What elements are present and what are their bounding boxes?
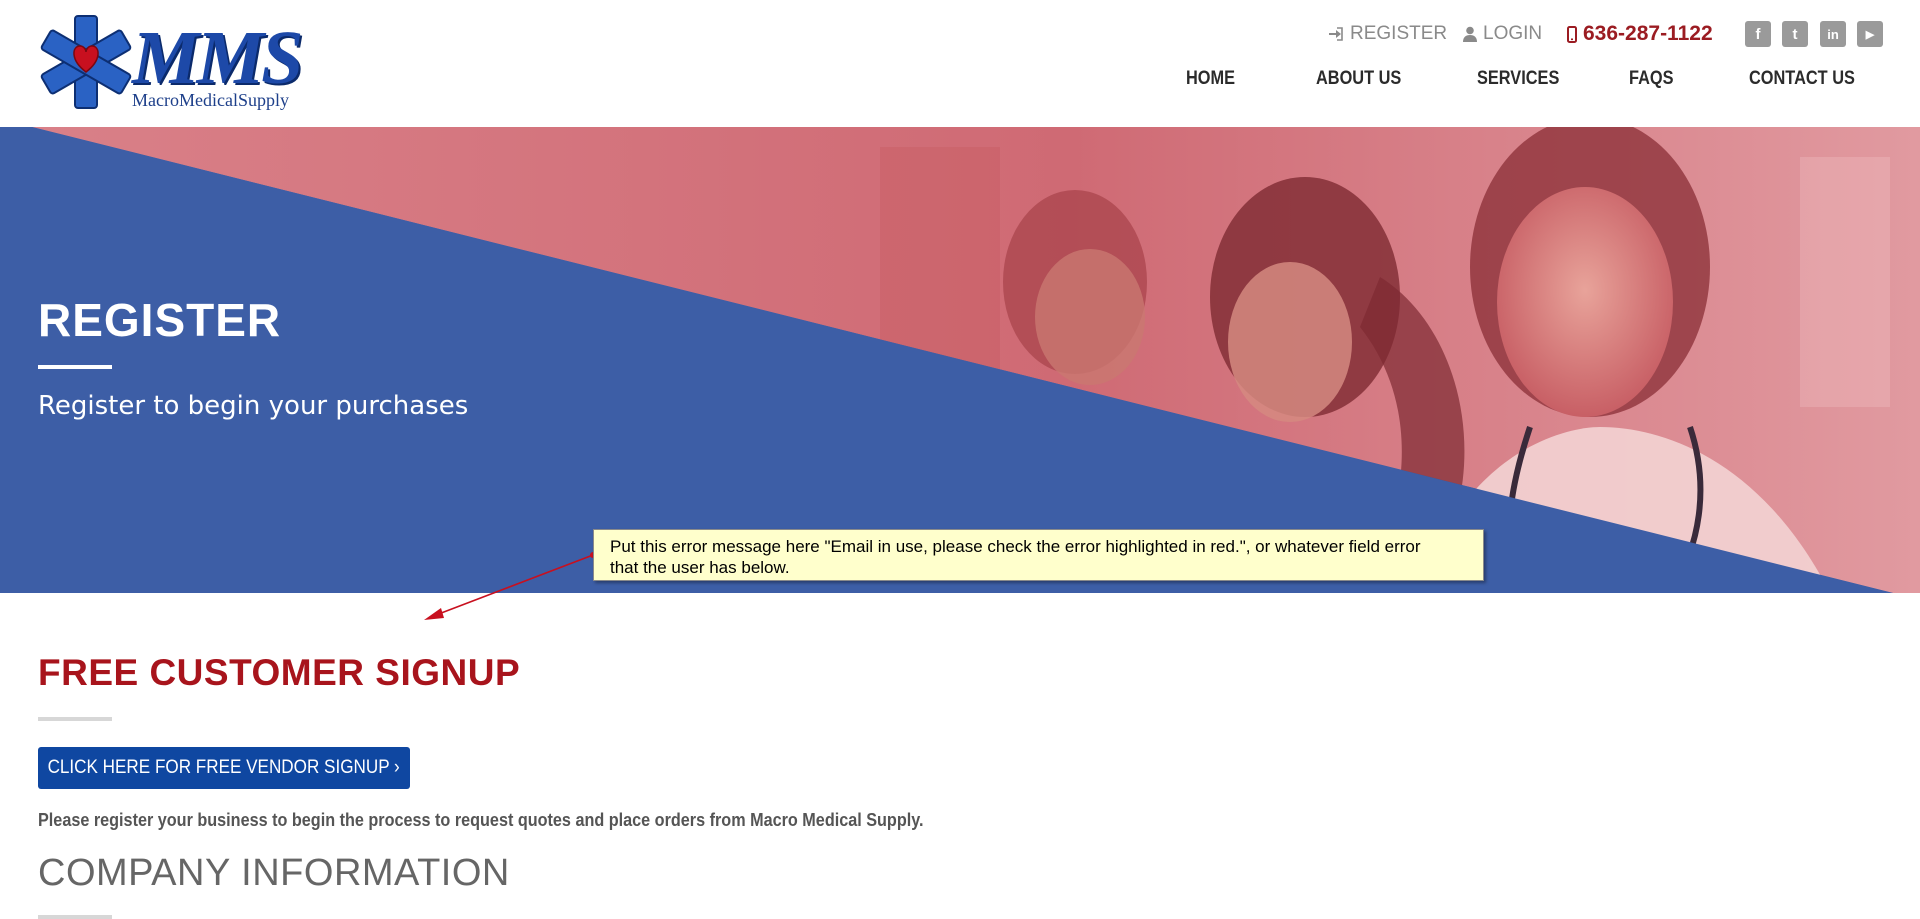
title-underline bbox=[38, 365, 112, 369]
phone-link[interactable]: 636-287-1122 bbox=[1567, 21, 1713, 47]
company-info-heading: COMPANY INFORMATION bbox=[38, 852, 510, 894]
register-label: REGISTER bbox=[1350, 23, 1448, 44]
nav-contact-us[interactable]: CONTACT US bbox=[1749, 68, 1855, 90]
intro-text: Please register your business to begin t… bbox=[38, 810, 924, 830]
twitter-icon[interactable]: t bbox=[1782, 21, 1808, 47]
signup-heading: FREE CUSTOMER SIGNUP bbox=[38, 652, 521, 693]
logo-tagline: MacroMedicalSupply bbox=[132, 90, 289, 110]
nav-about-us[interactable]: ABOUT US bbox=[1316, 68, 1401, 90]
hero-banner: REGISTER Register to begin your purchase… bbox=[0, 127, 1920, 593]
signup-underline bbox=[38, 717, 112, 721]
star-of-life-icon bbox=[40, 15, 132, 109]
linkedin-icon[interactable]: in bbox=[1820, 21, 1846, 47]
nav-home[interactable]: HOME bbox=[1186, 68, 1235, 90]
company-underline bbox=[38, 915, 112, 919]
hero-background-image bbox=[0, 127, 1920, 593]
vendor-signup-label: CLICK HERE FOR FREE VENDOR SIGNUP › bbox=[47, 757, 401, 778]
facebook-icon[interactable]: f bbox=[1745, 21, 1771, 47]
annotation-note: Put this error message here "Email in us… bbox=[593, 529, 1484, 581]
sign-in-icon bbox=[1328, 26, 1344, 42]
page-subtitle: Register to begin your purchases bbox=[38, 391, 469, 421]
register-link[interactable]: REGISTER bbox=[1328, 21, 1447, 47]
vendor-signup-button[interactable]: CLICK HERE FOR FREE VENDOR SIGNUP › bbox=[38, 747, 410, 789]
page-title: REGISTER bbox=[38, 294, 282, 346]
youtube-icon[interactable]: ▶ bbox=[1857, 21, 1883, 47]
annotation-line-2: that the user has below. bbox=[610, 558, 790, 577]
login-label: LOGIN bbox=[1483, 23, 1543, 44]
logo[interactable]: MMS MacroMedicalSupply bbox=[36, 12, 306, 114]
annotation-line-1: Put this error message here "Email in us… bbox=[610, 537, 1421, 556]
nav-faqs[interactable]: FAQS bbox=[1629, 68, 1673, 90]
login-link[interactable]: LOGIN bbox=[1463, 21, 1542, 47]
logo-text: MMS bbox=[132, 16, 303, 100]
mobile-phone-icon bbox=[1567, 25, 1577, 43]
site-header: MMS MacroMedicalSupply REGISTER LOGIN 63… bbox=[0, 0, 1920, 127]
nav-services[interactable]: SERVICES bbox=[1477, 68, 1559, 90]
user-icon bbox=[1463, 26, 1477, 42]
phone-number: 636-287-1122 bbox=[1583, 22, 1713, 45]
